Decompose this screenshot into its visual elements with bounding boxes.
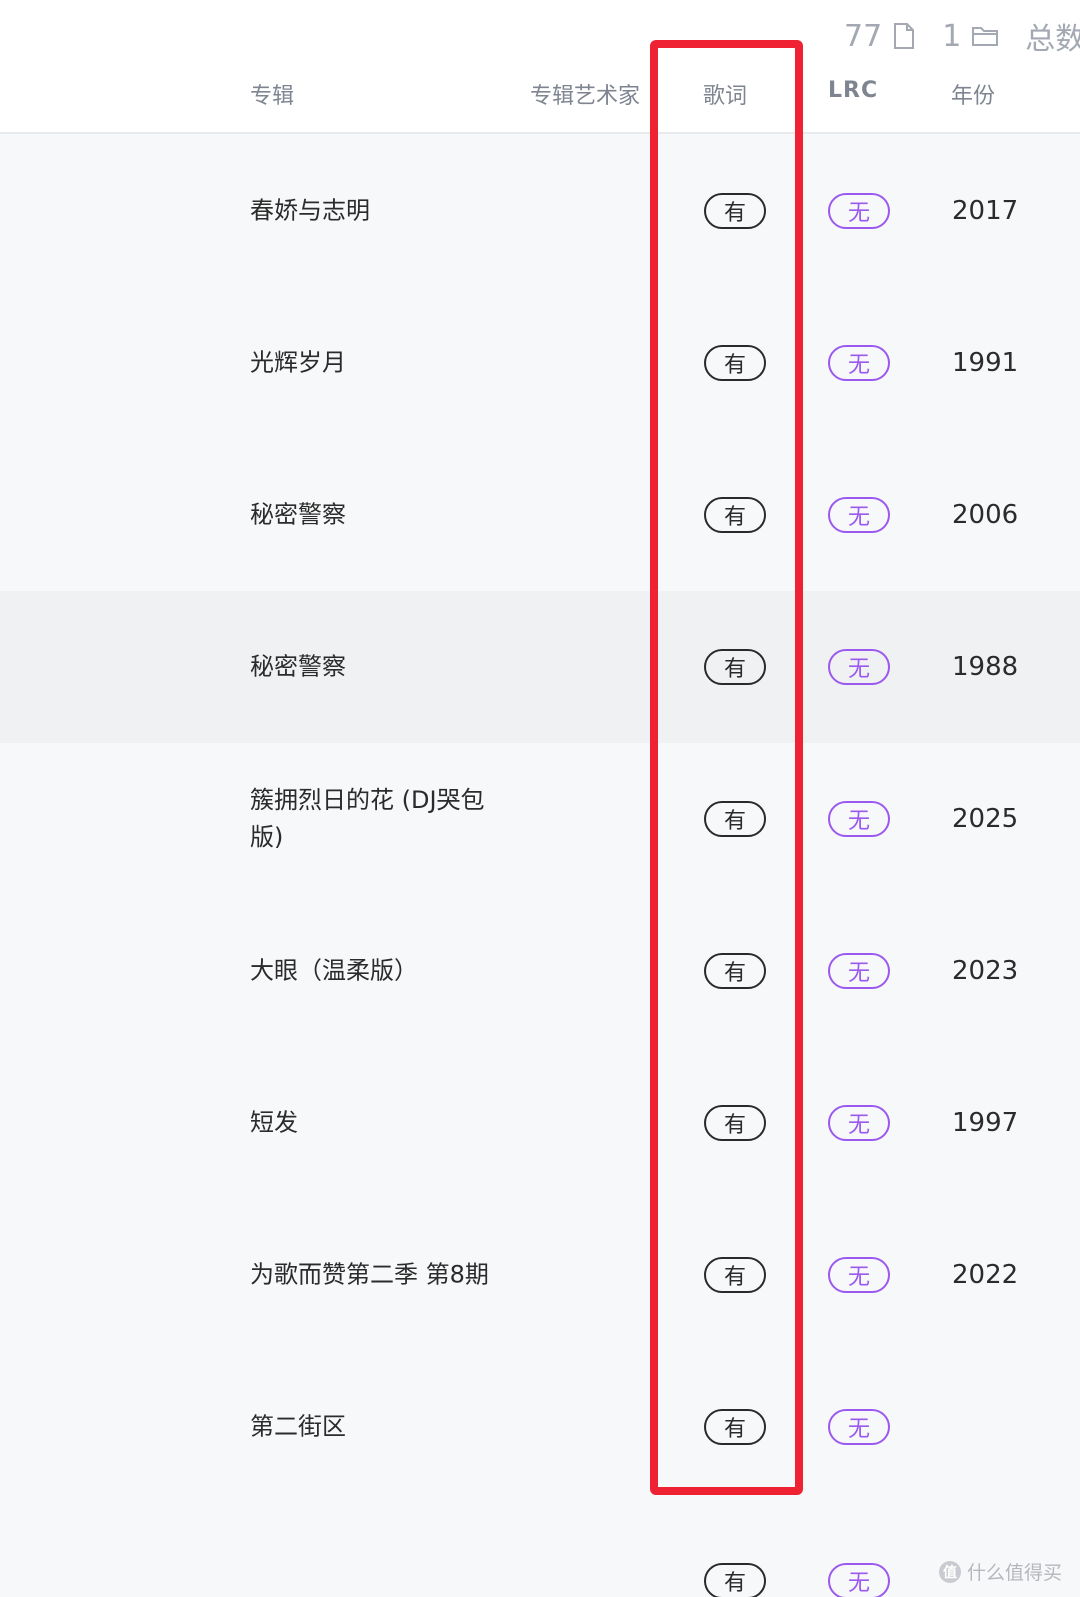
year-cell: 2025: [952, 804, 1019, 834]
table-row[interactable]: 春娇与志明 有 无 2017: [0, 135, 1080, 287]
lyrics-badge: 有: [704, 345, 766, 381]
table-row[interactable]: 大眼（温柔版） 有 无 2023: [0, 895, 1080, 1047]
lyrics-badge: 有: [704, 497, 766, 533]
column-header-album-artist[interactable]: 专辑艺术家: [530, 78, 640, 110]
lyrics-badge: 有: [704, 649, 766, 685]
track-table-body: 春娇与志明 有 无 2017 光辉岁月 有 无 1991 秘密警察 有 无 20…: [0, 135, 1080, 1503]
lrc-badge: 无: [828, 953, 890, 989]
year-cell: 2017: [952, 196, 1019, 226]
folder-count: 1: [942, 18, 962, 54]
album-cell: 秘密警察: [250, 500, 346, 529]
column-header-lrc[interactable]: LRC: [828, 78, 878, 103]
table-header-bar: 77 1 总数 专辑 专辑艺术家 歌词 LRC 年份: [0, 0, 1080, 134]
album-cell: 第二街区: [250, 1412, 346, 1441]
table-row[interactable]: 光辉岁月 有 无 1991: [0, 287, 1080, 439]
lrc-badge: 无: [828, 649, 890, 685]
year-cell: 2006: [952, 500, 1019, 530]
year-cell: 2023: [952, 956, 1019, 986]
lrc-badge: 无: [828, 801, 890, 837]
lyrics-badge: 有: [704, 1257, 766, 1293]
watermark-text: 什么值得买: [966, 1562, 1062, 1584]
album-cell: 簇拥烈日的花 (DJ哭包版): [250, 786, 485, 851]
table-row-partial[interactable]: 有 无: [0, 1503, 1080, 1597]
year-cell: 1991: [952, 348, 1019, 378]
year-cell: 2022: [952, 1260, 1019, 1290]
lrc-badge: 无: [828, 1105, 890, 1141]
lyrics-badge: 有: [704, 1563, 766, 1597]
album-cell: 春娇与志明: [250, 196, 370, 225]
column-header-year[interactable]: 年份: [951, 78, 995, 110]
album-cell: 大眼（温柔版）: [250, 956, 418, 985]
lyrics-badge: 有: [704, 953, 766, 989]
album-cell: 为歌而赞第二季 第8期: [250, 1260, 489, 1289]
library-stats: 77 1 总数: [844, 14, 1080, 58]
table-row-hovered[interactable]: 秘密警察 有 无 1988: [0, 591, 1080, 743]
lrc-badge: 无: [828, 1563, 890, 1597]
table-row[interactable]: 第二街区 有 无: [0, 1351, 1080, 1503]
table-row[interactable]: 秘密警察 有 无 2006: [0, 439, 1080, 591]
file-icon: [892, 22, 916, 50]
lrc-badge: 无: [828, 345, 890, 381]
total-label: 总数: [1025, 22, 1080, 57]
column-header-album[interactable]: 专辑: [250, 78, 294, 110]
column-header-lyrics[interactable]: 歌词: [703, 78, 747, 110]
lrc-badge: 无: [828, 1409, 890, 1445]
table-row[interactable]: 簇拥烈日的花 (DJ哭包版) 有 无 2025: [0, 743, 1080, 895]
lyrics-badge: 有: [704, 193, 766, 229]
album-cell: 短发: [250, 1108, 298, 1137]
file-count: 77: [844, 18, 883, 54]
lrc-badge: 无: [828, 193, 890, 229]
album-cell: 光辉岁月: [250, 348, 346, 377]
watermark: 值 什么值得买: [938, 1558, 1062, 1585]
lrc-badge: 无: [828, 497, 890, 533]
table-row[interactable]: 为歌而赞第二季 第8期 有 无 2022: [0, 1199, 1080, 1351]
lrc-badge: 无: [828, 1257, 890, 1293]
watermark-logo-icon: 值: [938, 1560, 961, 1583]
lyrics-badge: 有: [704, 1105, 766, 1141]
lyrics-badge: 有: [704, 1409, 766, 1445]
album-cell: 秘密警察: [250, 652, 346, 681]
folder-icon: [971, 24, 999, 48]
table-row[interactable]: 短发 有 无 1997: [0, 1047, 1080, 1199]
lyrics-badge: 有: [704, 801, 766, 837]
year-cell: 1997: [952, 1108, 1019, 1138]
year-cell: 1988: [952, 652, 1019, 682]
